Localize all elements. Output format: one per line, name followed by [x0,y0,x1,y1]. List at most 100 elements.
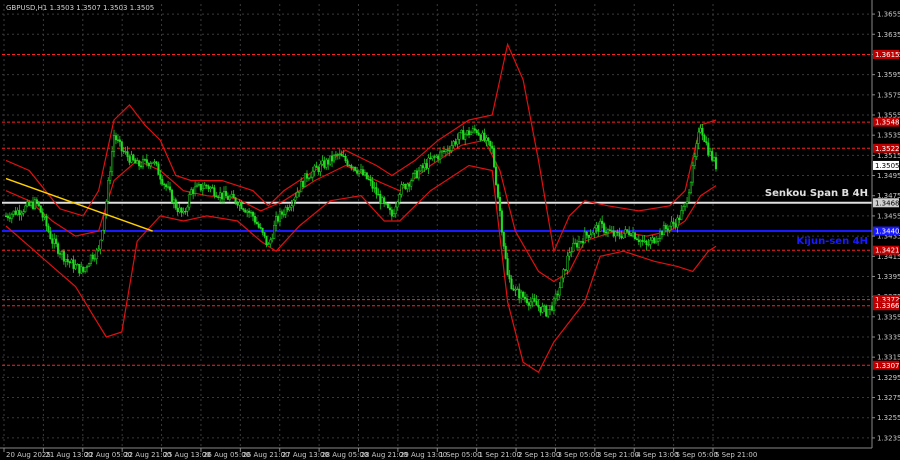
candle-body [190,189,193,195]
candle-body [352,166,355,169]
candle-body [467,130,471,136]
candle-body [425,163,428,169]
candle-body [658,231,662,240]
candle-body [408,183,411,187]
candle-body [180,207,183,213]
candle-body [57,243,60,254]
candle-body [385,202,388,205]
candle-body [28,201,31,206]
candle-body [147,162,150,167]
candle-body [64,259,67,262]
price-tick-label: 1.3395 [877,273,900,281]
candle-body [429,157,432,160]
candle-body [141,159,145,168]
candle-body [396,201,399,208]
candle-body [676,217,679,228]
candle-body [203,184,206,189]
candle-body [238,202,241,206]
candle-body [215,195,218,198]
candle-body [448,150,451,152]
candle-body [273,224,276,239]
candle-body [209,187,212,190]
candle-body [22,211,25,214]
candle-body [711,151,714,161]
candle-body [680,210,683,220]
candle-body [253,216,256,223]
candle-body [693,156,696,166]
candle-body [427,157,430,169]
candle-body [72,259,75,269]
candle-body [579,240,582,243]
candle-body [606,229,610,233]
candle-body [439,151,442,160]
candle-body [413,170,417,174]
candle-body [136,160,139,164]
candle-body [672,221,675,224]
candle-body [686,201,689,204]
candle-body [417,170,420,179]
candle-body [331,155,334,162]
candle-body [570,251,573,253]
candle-body [493,148,496,168]
candle-body [276,216,280,222]
candle-body [574,242,577,245]
candle-body [687,192,691,203]
candle-body [547,309,550,317]
candle-body [95,249,98,259]
candle-body [622,233,625,239]
candle-body [477,132,480,136]
candle-body [662,225,665,236]
candle-body [701,127,704,136]
candle-body [649,240,652,245]
candle-body [537,305,540,308]
candle-body [406,183,409,190]
candle-body [192,189,195,194]
candle-body [85,266,89,268]
candle-body [356,170,359,174]
candle-body [350,165,353,168]
candle-body [255,221,258,225]
candle-body [431,156,434,159]
candle-body [205,184,208,187]
candle-body [170,189,173,203]
candle-body [16,210,19,215]
candle-body [678,217,681,220]
price-tick-label: 1.3255 [877,414,900,422]
candle-body [363,172,366,176]
candle-body [593,227,596,234]
time-tick-label: 5 Sep 05:00 [676,451,718,459]
candle-body [240,202,243,209]
candle-body [496,184,500,198]
candle-body [552,298,555,311]
candle-body [207,185,210,190]
candle-body [236,202,239,206]
candle-body [469,131,473,136]
price-tick-label: 1.3515 [877,152,900,160]
candle-body [288,207,291,211]
candle-body [31,202,35,209]
candle-body [535,300,538,306]
candle-body [523,296,527,299]
candle-body [43,216,46,218]
candle-body [709,151,712,156]
candle-body [47,225,50,232]
candle-body [635,238,638,241]
candle-body [483,132,486,141]
candle-body [473,128,476,131]
candle-body [684,203,687,207]
time-tick-label: 1 Sep 21:00 [479,451,521,459]
candle-body [342,155,345,158]
candle-body [78,264,81,274]
candle-body [714,157,718,170]
candle-body [103,215,106,231]
candle-body [269,239,272,245]
candle-body [33,199,36,209]
candle-body [664,225,667,229]
candle-body [541,306,544,313]
candle-body [18,210,21,215]
candle-body [689,181,692,194]
candle-body [70,259,73,264]
candle-body [626,229,629,232]
time-tick-label: 3 Sep 21:00 [597,451,639,459]
candle-body [608,229,611,231]
